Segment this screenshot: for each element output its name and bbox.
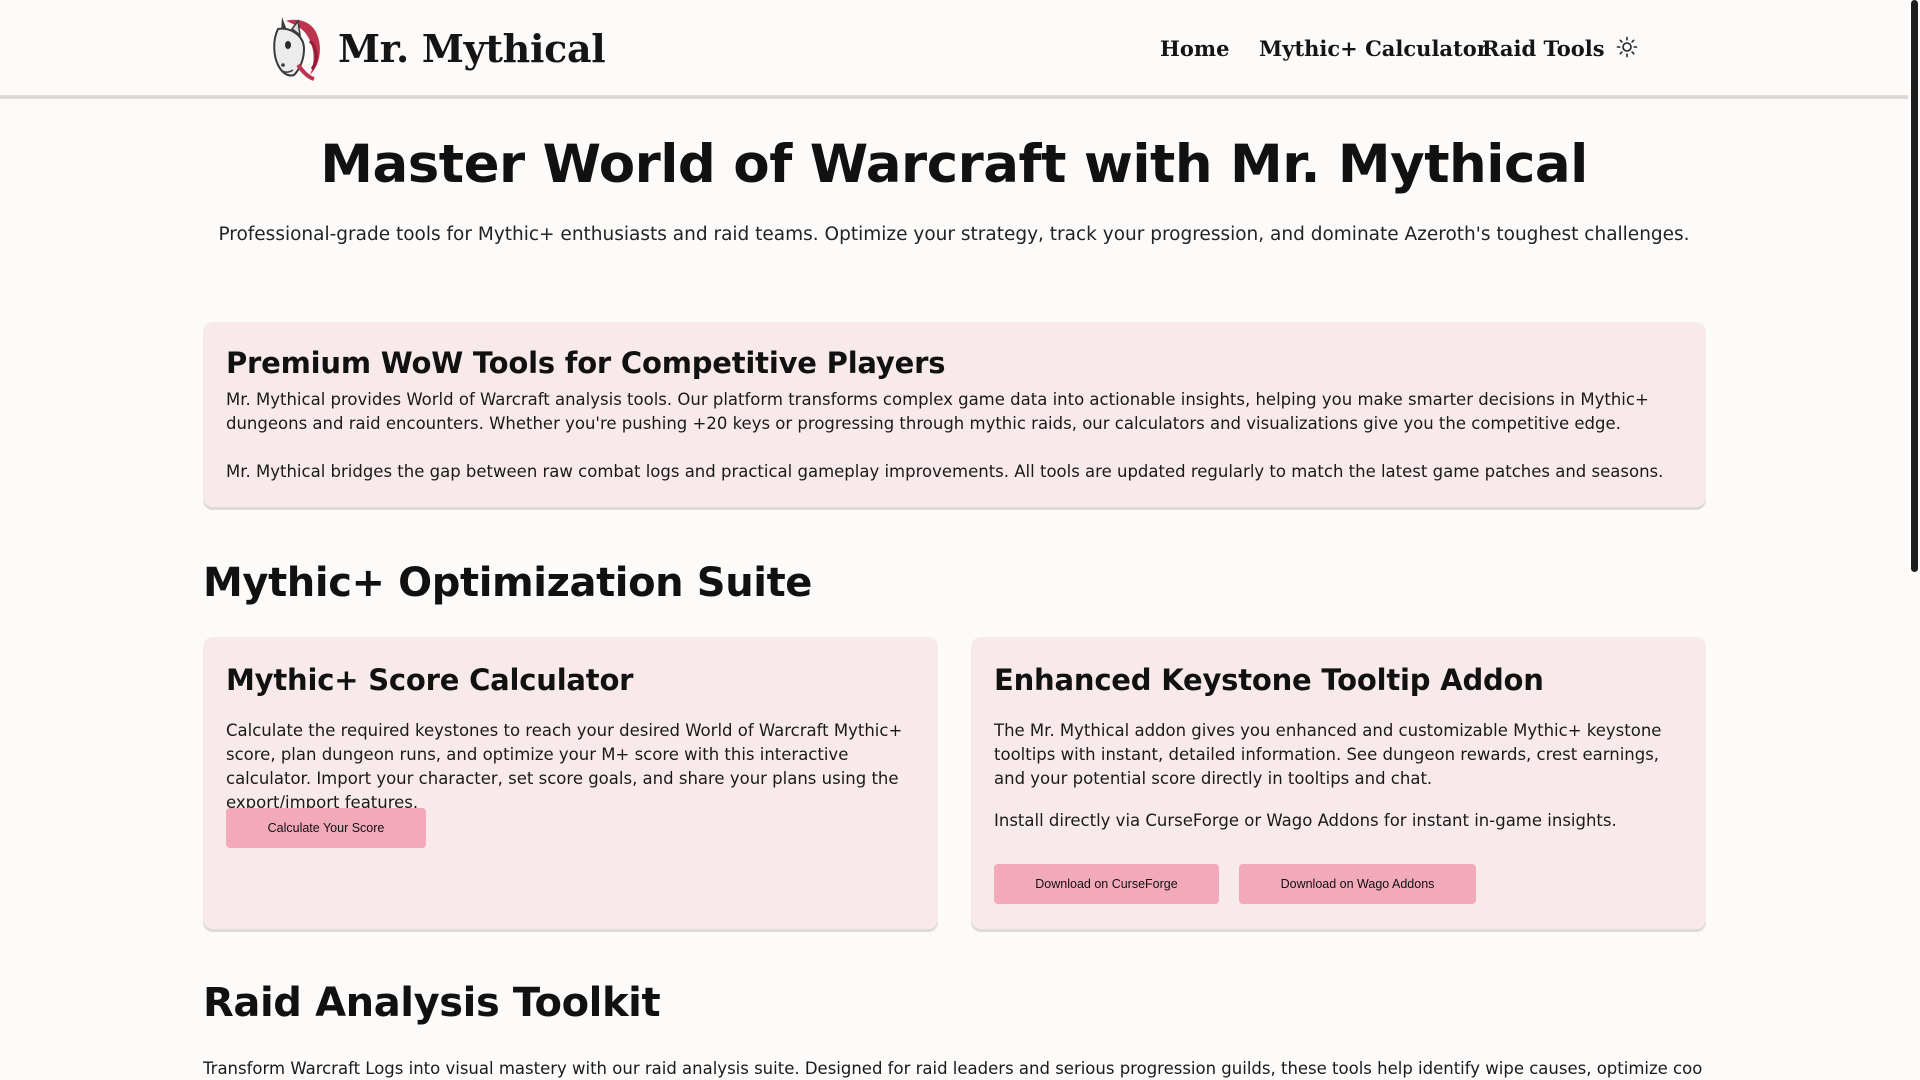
hero-title: Master World of Warcraft with Mr. Mythic… bbox=[320, 134, 1588, 195]
addon-install-text: Install directly via CurseForge or Wago … bbox=[994, 811, 1617, 830]
scrollbar-thumb[interactable] bbox=[1911, 0, 1918, 572]
calculator-card-title: Mythic+ Score Calculator bbox=[226, 663, 634, 697]
addon-card-text: The Mr. Mythical addon gives you enhance… bbox=[994, 721, 1662, 788]
intro-paragraph-1: Mr. Mythical provides World of Warcraft … bbox=[226, 390, 1649, 433]
raid-section-title: Raid Analysis Toolkit bbox=[203, 980, 661, 1026]
calculate-score-button[interactable]: Calculate Your Score bbox=[226, 808, 426, 848]
download-curseforge-button[interactable]: Download on CurseForge bbox=[994, 864, 1219, 904]
addon-card-title: Enhanced Keystone Tooltip Addon bbox=[994, 663, 1544, 697]
site-header: Mr. Mythical Home Mythic+ Calculator Rai… bbox=[0, 0, 1908, 96]
page-scrollbar[interactable] bbox=[1908, 0, 1920, 1080]
intro-card: Premium WoW Tools for Competitive Player… bbox=[203, 322, 1706, 507]
brand-name: Mr. Mythical bbox=[338, 25, 606, 71]
nav-raid-tools-link[interactable]: Raid Tools bbox=[1482, 36, 1605, 61]
unicorn-logo-icon bbox=[273, 17, 320, 81]
hero-subtitle: Professional-grade tools for Mythic+ ent… bbox=[218, 224, 1690, 245]
nav-home-link[interactable]: Home bbox=[1160, 36, 1229, 61]
nav-calculator-link[interactable]: Mythic+ Calculator bbox=[1259, 36, 1488, 61]
score-calculator-card: Mythic+ Score Calculator Calculate the r… bbox=[203, 637, 938, 929]
sun-icon[interactable] bbox=[1616, 36, 1638, 58]
brand-link[interactable]: Mr. Mythical bbox=[264, 14, 606, 82]
tooltip-addon-card: Enhanced Keystone Tooltip Addon The Mr. … bbox=[971, 637, 1706, 929]
mythic-section-title: Mythic+ Optimization Suite bbox=[203, 560, 813, 606]
intro-paragraph-2: Mr. Mythical bridges the gap between raw… bbox=[226, 462, 1664, 481]
raid-section-text: Transform Warcraft Logs into visual mast… bbox=[203, 1059, 1703, 1078]
calculator-card-text: Calculate the required keystones to reac… bbox=[226, 721, 903, 812]
download-wago-button[interactable]: Download on Wago Addons bbox=[1239, 864, 1476, 904]
intro-title: Premium WoW Tools for Competitive Player… bbox=[226, 346, 946, 380]
